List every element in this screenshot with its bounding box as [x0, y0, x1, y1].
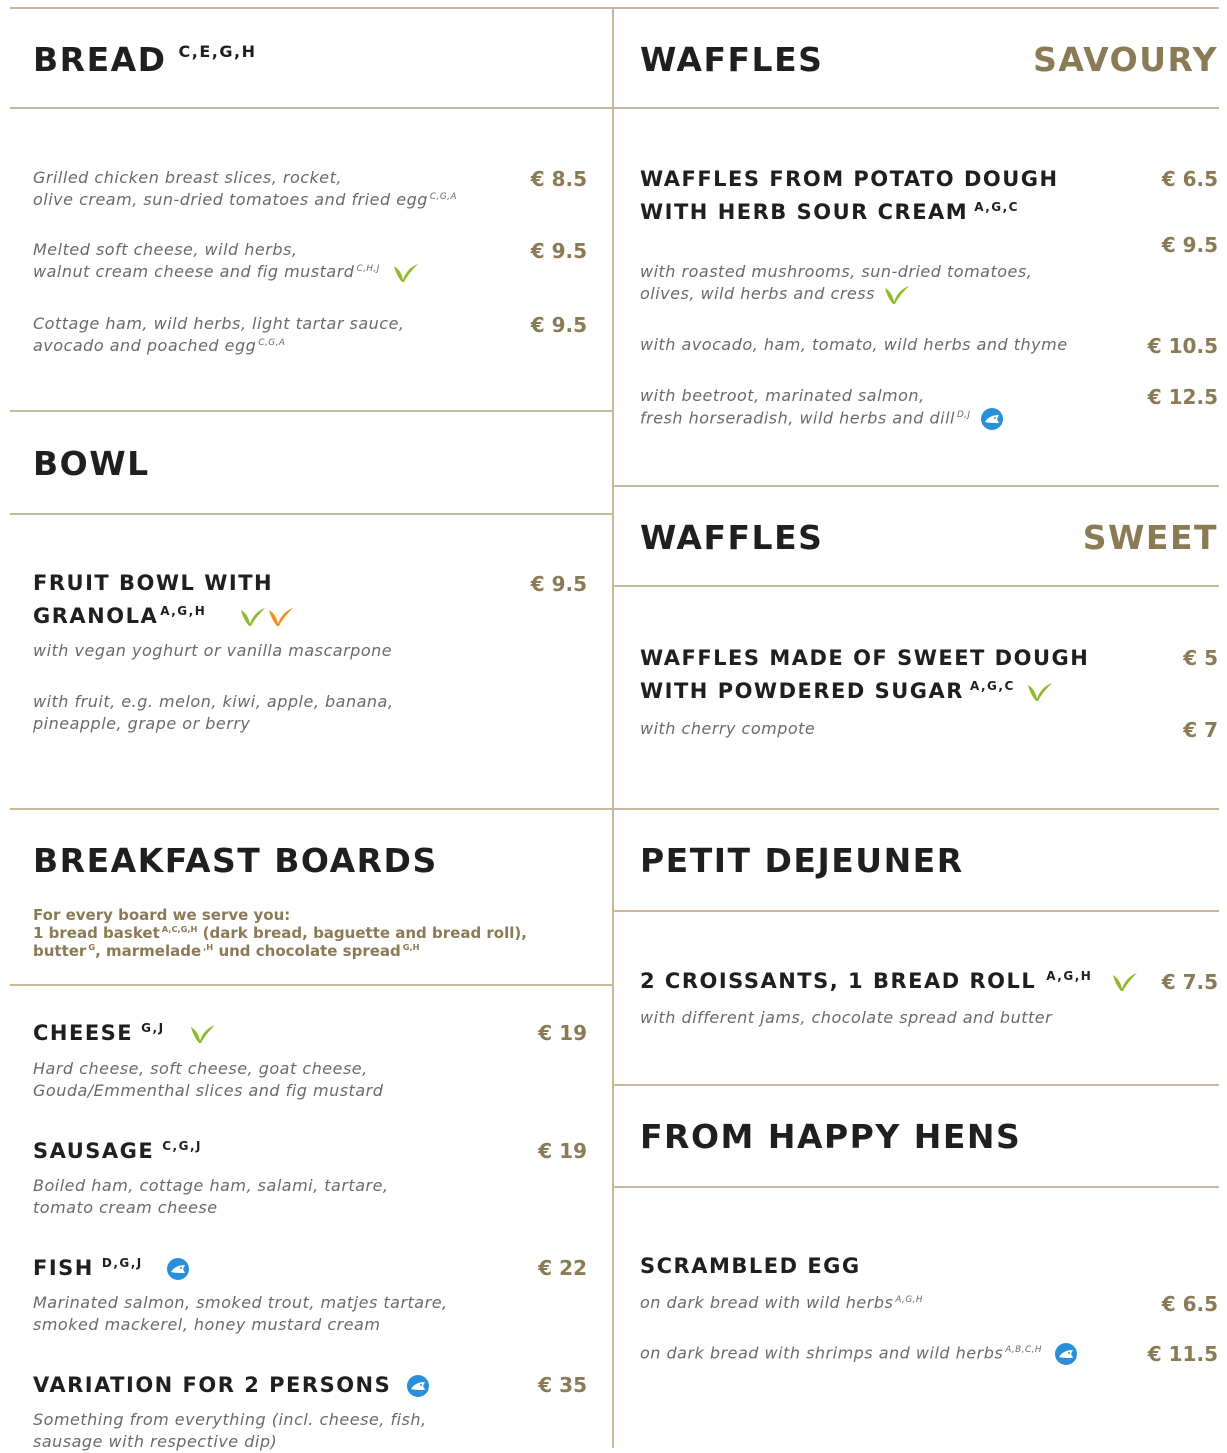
- board-sausage: SAUSAGE C,G,J: [33, 1139, 202, 1163]
- divider: [10, 513, 612, 515]
- menu-item: on dark bread with shrimps and wild herb…: [640, 1342, 1078, 1366]
- menu-item-title: SCRAMBLED EGG: [640, 1254, 861, 1278]
- section-subtitle-savoury: SAVOURY: [1033, 40, 1218, 79]
- item-price: € 9.5: [530, 239, 587, 263]
- item-price: € 5: [1183, 646, 1218, 670]
- divider: [10, 808, 612, 810]
- item-price: € 6.5: [1161, 1292, 1218, 1316]
- item-price: € 9.5: [1161, 233, 1218, 257]
- board-fish: FISH D,G,J: [33, 1252, 190, 1285]
- menu-item: with avocado, ham, tomato, wild herbs an…: [640, 335, 1068, 354]
- section-subtitle-sweet: SWEET: [1082, 518, 1218, 557]
- menu-item: Cottage ham, wild herbs, light tartar sa…: [33, 314, 405, 355]
- menu-item: Melted soft cheese, wild herbs, walnut c…: [33, 239, 420, 284]
- menu-item: with cherry compote: [640, 719, 816, 738]
- item-price: € 7: [1183, 718, 1218, 742]
- item-description: with vegan yoghurt or vanilla mascarpone: [33, 641, 393, 660]
- section-title-bread: BREAD C,E,G,H: [33, 40, 257, 79]
- fish-icon: [981, 408, 1004, 430]
- item-price: € 11.5: [1147, 1342, 1218, 1366]
- menu-item-title: 2 CROISSANTS, 1 BREAD ROLL A,G,H: [640, 965, 1139, 998]
- vegan-leaf-icon: [269, 608, 294, 626]
- leaf-icon: [191, 1025, 216, 1043]
- item-description: with different jams, chocolate spread an…: [640, 1008, 1053, 1027]
- item-description: Boiled ham, cottage ham, salami, tartare…: [33, 1176, 389, 1217]
- leaf-icon: [884, 285, 909, 304]
- section-title-bowl: BOWL: [33, 444, 150, 483]
- item-price: € 19: [538, 1021, 587, 1045]
- menu-item: with roasted mushrooms, sun-dried tomato…: [640, 261, 1032, 306]
- item-price: € 35: [538, 1373, 587, 1397]
- item-price: € 8.5: [530, 167, 587, 191]
- item-price: € 12.5: [1147, 385, 1218, 409]
- item-description: Hard cheese, soft cheese, goat cheese, G…: [33, 1059, 384, 1100]
- divider: [614, 808, 1219, 810]
- divider: [614, 107, 1219, 109]
- item-price: € 9.5: [530, 313, 587, 337]
- section-title-waffles: WAFFLES: [640, 518, 824, 557]
- menu-item: Grilled chicken breast slices, rocket, o…: [33, 168, 457, 209]
- section-title-breakfast-boards: BREAKFAST BOARDS: [33, 841, 438, 880]
- fish-icon: [1054, 1343, 1077, 1365]
- menu-item-title: WAFFLES FROM POTATO DOUGH WITH HERB SOUR…: [640, 167, 1059, 224]
- board-variation: VARIATION FOR 2 PERSONS: [33, 1369, 430, 1402]
- item-price: € 19: [538, 1139, 587, 1163]
- divider: [10, 107, 612, 109]
- fish-icon: [166, 1258, 189, 1280]
- menu-item: with beetroot, marinated salmon, fresh h…: [640, 385, 1004, 431]
- item-description: Marinated salmon, smoked trout, matjes t…: [33, 1293, 448, 1334]
- divider: [614, 910, 1219, 912]
- menu-item-title: FRUIT BOWL WITH GRANOLA A,G,H: [33, 567, 295, 633]
- divider: [614, 585, 1219, 587]
- divider: [10, 7, 1219, 9]
- item-price: € 7.5: [1161, 970, 1218, 994]
- fish-icon: [407, 1375, 430, 1397]
- item-price: € 10.5: [1147, 334, 1218, 358]
- section-title-waffles: WAFFLES: [640, 40, 824, 79]
- divider: [614, 1186, 1219, 1188]
- section-title-from-happy-hens: FROM HAPPY HENS: [640, 1117, 1022, 1156]
- divider: [10, 410, 612, 412]
- menu-item: on dark bread with wild herbs A,G,H: [640, 1293, 924, 1312]
- divider: [614, 1084, 1219, 1086]
- item-description: Something from everything (incl. cheese,…: [33, 1410, 427, 1451]
- leaf-icon: [393, 263, 418, 282]
- leaf-icon: [241, 608, 266, 626]
- menu-item-title: WAFFLES MADE OF SWEET DOUGH WITH POWDERE…: [640, 646, 1090, 703]
- leaf-icon: [1027, 683, 1052, 701]
- column-divider: [612, 8, 614, 1448]
- item-price: € 6.5: [1161, 167, 1218, 191]
- leaf-icon: [1113, 973, 1138, 991]
- divider: [614, 485, 1219, 487]
- item-price: € 9.5: [530, 572, 587, 596]
- boards-note: For every board we serve you: 1 bread ba…: [33, 906, 527, 960]
- divider: [10, 984, 612, 986]
- item-description: with fruit, e.g. melon, kiwi, apple, ban…: [33, 692, 394, 733]
- item-price: € 22: [538, 1256, 587, 1280]
- section-title-petit-dejeuner: PETIT DEJEUNER: [640, 841, 964, 880]
- board-cheese: CHEESE G,J: [33, 1017, 217, 1050]
